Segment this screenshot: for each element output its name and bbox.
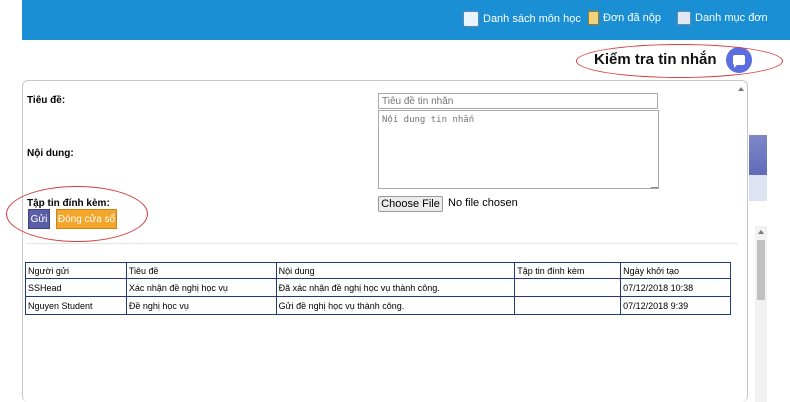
table-header-row: Người gửi Tiêu đề Nội dung Tập tin đính … <box>25 262 731 279</box>
choose-file-button[interactable]: Choose File <box>378 196 443 212</box>
cell-subject: Xác nhận đề nghị học vụ <box>125 278 277 297</box>
cell-sender: Nguyen Student <box>25 296 127 315</box>
highlight-ellipse-messages <box>576 44 783 78</box>
header-content: Nội dung <box>275 262 516 279</box>
cell-subject: Đề nghị học vụ <box>125 296 277 315</box>
nav-form-catalog-label: Danh mục đơn <box>695 12 768 24</box>
header-sender: Người gửi <box>25 262 127 279</box>
cell-attachment <box>514 278 622 297</box>
top-nav-bar <box>22 0 790 40</box>
nav-form-catalog[interactable]: Danh mục đơn <box>677 11 768 25</box>
title-input[interactable] <box>378 93 658 109</box>
content-textarea[interactable] <box>378 110 659 189</box>
header-attachment: Tập tin đính kèm <box>514 262 622 279</box>
nav-course-list-label: Danh sách môn học <box>483 13 581 25</box>
panel-scrollbar[interactable] <box>735 81 747 402</box>
nav-submitted-forms-label: Đơn đã nộp <box>603 12 661 24</box>
messages-table: Người gửi Tiêu đề Nội dung Tập tin đính … <box>25 262 731 315</box>
background-header-strip <box>749 135 767 175</box>
cell-attachment <box>514 296 622 315</box>
scroll-up-icon <box>738 87 744 91</box>
divider <box>26 243 738 244</box>
header-created-date: Ngày khởi tạo <box>620 262 731 279</box>
table-row[interactable]: Nguyen Student Đề nghị học vụ Gửi đề ngh… <box>25 296 731 315</box>
nav-submitted-forms[interactable]: Đơn đã nộp <box>588 11 661 25</box>
table-row[interactable]: SSHead Xác nhận đề nghị học vụ Đã xác nh… <box>25 278 731 297</box>
content-label: Nội dung: <box>27 148 74 159</box>
nav-course-list[interactable]: Danh sách môn học <box>463 11 581 27</box>
page-scrollbar[interactable] <box>755 226 767 402</box>
document-icon <box>588 11 599 25</box>
cell-content: Gửi đề nghị học vụ thành công. <box>275 296 516 315</box>
scroll-up-icon <box>758 230 764 234</box>
textarea-resize-handle[interactable] <box>651 182 658 188</box>
file-status: No file chosen <box>448 197 518 209</box>
background-row-strip <box>749 175 767 201</box>
course-list-icon <box>463 11 479 27</box>
cell-created-date: 07/12/2018 10:38 <box>620 278 731 297</box>
highlight-ellipse-buttons <box>6 186 148 242</box>
cell-created-date: 07/12/2018 9:39 <box>620 296 731 315</box>
cell-sender: SSHead <box>25 278 127 297</box>
scrollbar-thumb[interactable] <box>757 240 765 300</box>
title-label: Tiêu đề: <box>27 95 66 106</box>
cell-content: Đã xác nhận đề nghị học vụ thành công. <box>275 278 516 297</box>
header-subject: Tiêu đề <box>125 262 277 279</box>
folder-icon <box>677 11 691 25</box>
